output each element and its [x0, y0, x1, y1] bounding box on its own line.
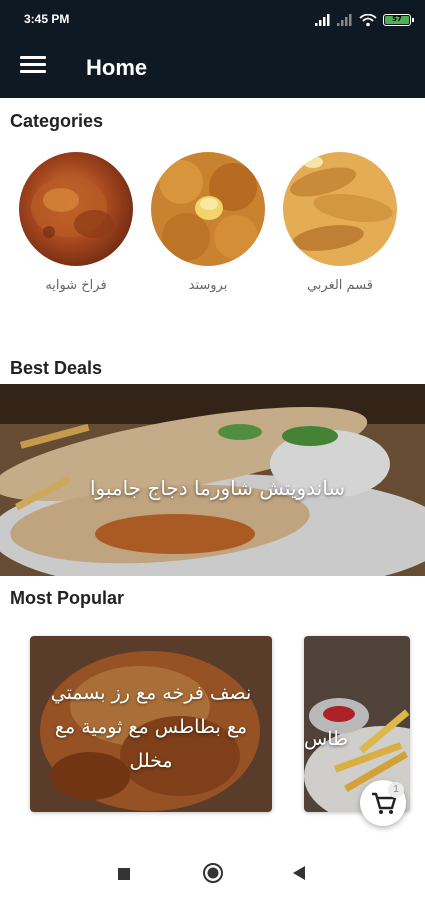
battery-level: 57 — [385, 16, 409, 24]
category-label: قسم الغربي — [306, 278, 374, 293]
back-triangle-icon — [293, 866, 305, 880]
broasted-chicken-image — [151, 152, 265, 266]
category-item-western[interactable]: قسم الغربي — [282, 152, 398, 293]
western-section-image — [283, 152, 397, 266]
cart-button[interactable]: 1 — [360, 780, 406, 826]
signal-icon — [315, 14, 330, 26]
circle-home-icon — [203, 863, 223, 883]
page-title: Home — [86, 55, 148, 80]
categories-list: فراخ شوايه بروستد قسم الغربي — [0, 152, 425, 312]
category-item-broasted[interactable]: بروستد — [150, 152, 266, 293]
category-label: بروستد — [188, 278, 228, 293]
recent-apps-button[interactable] — [117, 866, 131, 885]
menu-icon[interactable] — [20, 56, 46, 80]
app-bar: Home — [0, 40, 425, 98]
cart-count-badge: 1 — [388, 782, 404, 798]
categories-title: Categories — [10, 111, 104, 131]
most-popular-title: Most Popular — [10, 588, 125, 608]
wifi-icon — [359, 13, 377, 26]
grilled-chicken-image — [19, 152, 133, 266]
system-nav-bar — [0, 840, 425, 900]
category-label: فراخ شوايه — [45, 278, 107, 293]
popular-item-title: طاس — [304, 728, 349, 750]
popular-item-title: نصف فرخه مع رز بسمتي مع بطاطس مع ثومية م… — [50, 682, 252, 772]
status-icons: 57 — [315, 11, 414, 29]
square-icon — [118, 868, 130, 880]
home-button[interactable] — [202, 862, 224, 888]
status-bar: 3:45 PM 57 — [0, 0, 425, 40]
signal-secondary-icon — [337, 14, 352, 26]
category-item-grilled[interactable]: فراخ شوايه — [18, 152, 134, 293]
deal-title: ساندويتش شاورما دجاج جامبوا — [89, 476, 346, 500]
best-deals-title: Best Deals — [10, 358, 103, 378]
battery-icon: 57 — [383, 14, 414, 26]
status-time: 3:45 PM — [24, 12, 70, 26]
popular-card[interactable]: نصف فرخه مع رز بسمتي مع بطاطس مع ثومية م… — [30, 636, 272, 812]
best-deal-banner[interactable]: ساندويتش شاورما دجاج جامبوا — [0, 384, 425, 576]
back-button[interactable] — [292, 865, 306, 885]
